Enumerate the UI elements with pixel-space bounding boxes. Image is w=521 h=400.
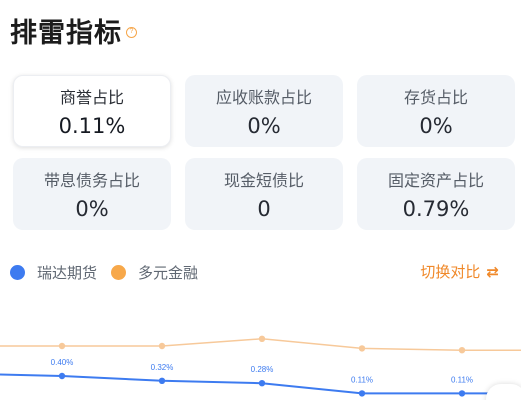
legend-item-company[interactable]: 瑞达期货 [10, 262, 97, 283]
chart-legend: 瑞达期货 多元金融 切换对比 ⇄ [10, 261, 521, 283]
data-point[interactable] [358, 345, 366, 352]
metric-card-goodwill[interactable]: 商誉占比 0.11% [13, 75, 171, 147]
data-point[interactable] [158, 377, 166, 384]
legend-marker [10, 264, 25, 280]
metric-card-fixed-assets[interactable]: 固定资产占比 0.79% [357, 158, 515, 230]
metric-value: 0.11% [58, 114, 126, 138]
metric-card-interest-debt[interactable]: 带息债务占比 0% [13, 158, 171, 230]
metric-value: 0.79% [402, 197, 470, 221]
data-point[interactable] [458, 347, 466, 354]
page-title: 排雷指标 [10, 17, 122, 49]
metric-label: 带息债务占比 [43, 171, 140, 190]
metric-card-receivables[interactable]: 应收账款占比 0% [185, 75, 343, 147]
data-label: 0.11% [351, 375, 373, 384]
metric-card-cash-short-debt[interactable]: 现金短债比 0 [185, 158, 343, 230]
legend-label: 瑞达期货 [37, 263, 98, 282]
legend-label: 多元金融 [138, 263, 199, 282]
metric-value: 0% [75, 197, 109, 221]
data-point[interactable] [58, 372, 66, 380]
data-label: 0.40% [51, 358, 74, 367]
data-point[interactable] [358, 390, 366, 397]
section-header: 排雷指标 ? [10, 10, 137, 50]
data-point[interactable] [58, 342, 66, 350]
switch-compare-label: 切换对比 [420, 263, 481, 281]
data-label: 0.28% [251, 365, 274, 374]
data-point[interactable] [258, 335, 266, 342]
data-point[interactable] [458, 390, 466, 397]
switch-compare-button[interactable]: 切换对比 ⇄ [420, 261, 499, 282]
data-point[interactable] [158, 342, 166, 350]
metric-value: 0 [257, 197, 271, 221]
metric-label: 应收账款占比 [215, 88, 312, 107]
metric-label: 现金短债比 [223, 171, 304, 190]
info-icon[interactable]: ? [126, 26, 137, 38]
data-label: 0.32% [151, 363, 174, 372]
switch-compare-icon: ⇄ [486, 263, 499, 281]
legend-marker [111, 264, 127, 280]
metric-value: 0% [419, 114, 453, 138]
data-point[interactable] [258, 380, 266, 387]
metric-label: 商誉占比 [59, 88, 124, 107]
metric-card-inventory[interactable]: 存货占比 0% [357, 75, 515, 147]
metric-label: 固定资产占比 [387, 171, 484, 190]
metric-value: 0% [247, 114, 281, 138]
metric-label: 存货占比 [403, 88, 468, 107]
legend-item-industry[interactable]: 多元金融 [111, 262, 198, 283]
data-label: 0.11% [451, 375, 473, 384]
trend-line-chart: 0.40% 0.32% 0.28% 0.11% 0.11% [0, 335, 521, 397]
floating-action-button[interactable] [486, 384, 521, 400]
